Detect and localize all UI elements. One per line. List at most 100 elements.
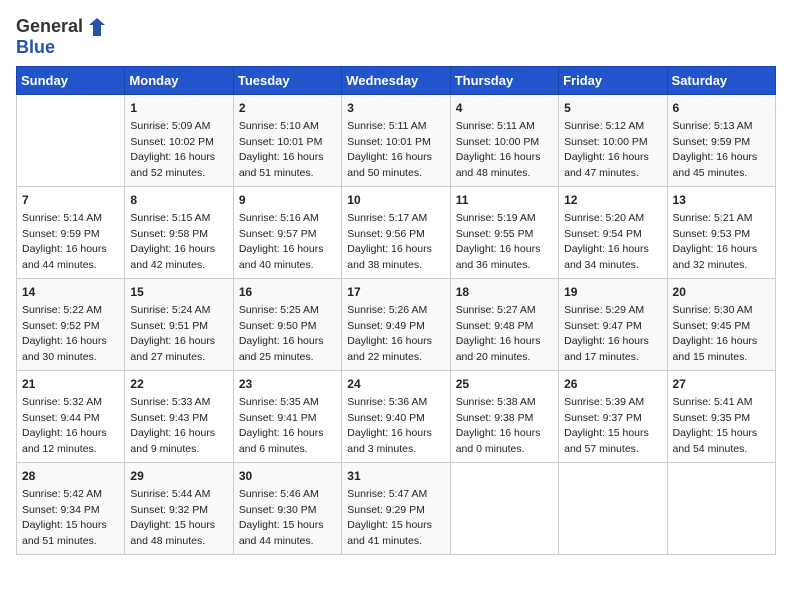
day-number: 27 — [673, 375, 770, 393]
calendar-cell: 5Sunrise: 5:12 AMSunset: 10:00 PMDayligh… — [559, 94, 667, 186]
cell-line: Daylight: 16 hours — [130, 150, 227, 166]
cell-line: and 25 minutes. — [239, 350, 336, 366]
cell-line: Daylight: 16 hours — [347, 150, 444, 166]
cell-line: Daylight: 16 hours — [456, 242, 553, 258]
cell-line: Sunset: 9:29 PM — [347, 503, 444, 519]
col-header-saturday: Saturday — [667, 66, 775, 94]
calendar-cell: 30Sunrise: 5:46 AMSunset: 9:30 PMDayligh… — [233, 462, 341, 554]
calendar-cell: 23Sunrise: 5:35 AMSunset: 9:41 PMDayligh… — [233, 370, 341, 462]
cell-line: Sunset: 10:01 PM — [347, 135, 444, 151]
day-number: 12 — [564, 191, 661, 209]
cell-line: and 45 minutes. — [673, 166, 770, 182]
calendar-cell — [450, 462, 558, 554]
cell-line: Sunrise: 5:38 AM — [456, 395, 553, 411]
calendar-cell: 18Sunrise: 5:27 AMSunset: 9:48 PMDayligh… — [450, 278, 558, 370]
cell-line: Sunrise: 5:19 AM — [456, 211, 553, 227]
cell-line: Sunrise: 5:39 AM — [564, 395, 661, 411]
cell-line: and 51 minutes. — [239, 166, 336, 182]
cell-line: Daylight: 16 hours — [130, 426, 227, 442]
col-header-monday: Monday — [125, 66, 233, 94]
week-row-4: 21Sunrise: 5:32 AMSunset: 9:44 PMDayligh… — [17, 370, 776, 462]
cell-line: Sunset: 9:35 PM — [673, 411, 770, 427]
cell-line: and 38 minutes. — [347, 258, 444, 274]
cell-line: and 27 minutes. — [130, 350, 227, 366]
calendar-cell: 13Sunrise: 5:21 AMSunset: 9:53 PMDayligh… — [667, 186, 775, 278]
calendar-cell: 8Sunrise: 5:15 AMSunset: 9:58 PMDaylight… — [125, 186, 233, 278]
cell-line: and 32 minutes. — [673, 258, 770, 274]
cell-line: and 41 minutes. — [347, 534, 444, 550]
calendar-cell: 22Sunrise: 5:33 AMSunset: 9:43 PMDayligh… — [125, 370, 233, 462]
cell-line: and 20 minutes. — [456, 350, 553, 366]
cell-line: and 0 minutes. — [456, 442, 553, 458]
day-number: 10 — [347, 191, 444, 209]
cell-line: and 12 minutes. — [22, 442, 119, 458]
logo: General Blue — [16, 16, 107, 58]
calendar-cell: 29Sunrise: 5:44 AMSunset: 9:32 PMDayligh… — [125, 462, 233, 554]
cell-line: Sunrise: 5:30 AM — [673, 303, 770, 319]
cell-line: Sunset: 9:55 PM — [456, 227, 553, 243]
week-row-1: 1Sunrise: 5:09 AMSunset: 10:02 PMDayligh… — [17, 94, 776, 186]
day-number: 3 — [347, 99, 444, 117]
col-header-wednesday: Wednesday — [342, 66, 450, 94]
calendar-cell: 28Sunrise: 5:42 AMSunset: 9:34 PMDayligh… — [17, 462, 125, 554]
cell-line: Sunset: 9:50 PM — [239, 319, 336, 335]
calendar-header-row: SundayMondayTuesdayWednesdayThursdayFrid… — [17, 66, 776, 94]
cell-line: Sunrise: 5:29 AM — [564, 303, 661, 319]
calendar-cell: 3Sunrise: 5:11 AMSunset: 10:01 PMDayligh… — [342, 94, 450, 186]
week-row-5: 28Sunrise: 5:42 AMSunset: 9:34 PMDayligh… — [17, 462, 776, 554]
calendar-cell: 7Sunrise: 5:14 AMSunset: 9:59 PMDaylight… — [17, 186, 125, 278]
cell-line: and 17 minutes. — [564, 350, 661, 366]
page-header: General Blue — [16, 16, 776, 58]
cell-line: Sunrise: 5:26 AM — [347, 303, 444, 319]
cell-line: Sunrise: 5:27 AM — [456, 303, 553, 319]
cell-line: Sunrise: 5:20 AM — [564, 211, 661, 227]
cell-line: Daylight: 16 hours — [239, 242, 336, 258]
calendar-cell: 4Sunrise: 5:11 AMSunset: 10:00 PMDayligh… — [450, 94, 558, 186]
cell-line: Daylight: 16 hours — [673, 150, 770, 166]
calendar-cell: 31Sunrise: 5:47 AMSunset: 9:29 PMDayligh… — [342, 462, 450, 554]
cell-line: Sunset: 10:00 PM — [564, 135, 661, 151]
cell-line: Sunrise: 5:14 AM — [22, 211, 119, 227]
cell-line: Sunrise: 5:35 AM — [239, 395, 336, 411]
calendar-cell — [17, 94, 125, 186]
calendar-cell — [667, 462, 775, 554]
day-number: 17 — [347, 283, 444, 301]
cell-line: and 47 minutes. — [564, 166, 661, 182]
cell-line: Sunrise: 5:15 AM — [130, 211, 227, 227]
calendar-cell: 16Sunrise: 5:25 AMSunset: 9:50 PMDayligh… — [233, 278, 341, 370]
day-number: 11 — [456, 191, 553, 209]
cell-line: and 3 minutes. — [347, 442, 444, 458]
cell-line: Sunrise: 5:16 AM — [239, 211, 336, 227]
cell-line: Sunset: 9:59 PM — [673, 135, 770, 151]
logo-bird-icon — [85, 16, 107, 38]
col-header-sunday: Sunday — [17, 66, 125, 94]
cell-line: Sunset: 9:41 PM — [239, 411, 336, 427]
day-number: 19 — [564, 283, 661, 301]
cell-line: Daylight: 15 hours — [22, 518, 119, 534]
cell-line: Sunset: 9:34 PM — [22, 503, 119, 519]
cell-line: Sunset: 9:38 PM — [456, 411, 553, 427]
cell-line: Daylight: 16 hours — [130, 242, 227, 258]
day-number: 2 — [239, 99, 336, 117]
cell-line: Sunset: 9:37 PM — [564, 411, 661, 427]
cell-line: and 54 minutes. — [673, 442, 770, 458]
col-header-thursday: Thursday — [450, 66, 558, 94]
cell-line: and 6 minutes. — [239, 442, 336, 458]
day-number: 20 — [673, 283, 770, 301]
day-number: 6 — [673, 99, 770, 117]
cell-line: Daylight: 16 hours — [22, 334, 119, 350]
calendar-cell: 2Sunrise: 5:10 AMSunset: 10:01 PMDayligh… — [233, 94, 341, 186]
cell-line: Daylight: 16 hours — [673, 242, 770, 258]
cell-line: and 36 minutes. — [456, 258, 553, 274]
calendar-cell: 11 Sunrise: 5:19 AMSunset: 9:55 PMDayligh… — [450, 186, 558, 278]
cell-line: Sunset: 9:49 PM — [347, 319, 444, 335]
day-number: 14 — [22, 283, 119, 301]
cell-line: and 40 minutes. — [239, 258, 336, 274]
day-number: 29 — [130, 467, 227, 485]
cell-line: Sunrise: 5:24 AM — [130, 303, 227, 319]
day-number: 1 — [130, 99, 227, 117]
cell-line: Sunset: 10:00 PM — [456, 135, 553, 151]
calendar-cell: 12Sunrise: 5:20 AMSunset: 9:54 PMDayligh… — [559, 186, 667, 278]
cell-line: Sunset: 9:56 PM — [347, 227, 444, 243]
cell-line: Sunrise: 5:44 AM — [130, 487, 227, 503]
